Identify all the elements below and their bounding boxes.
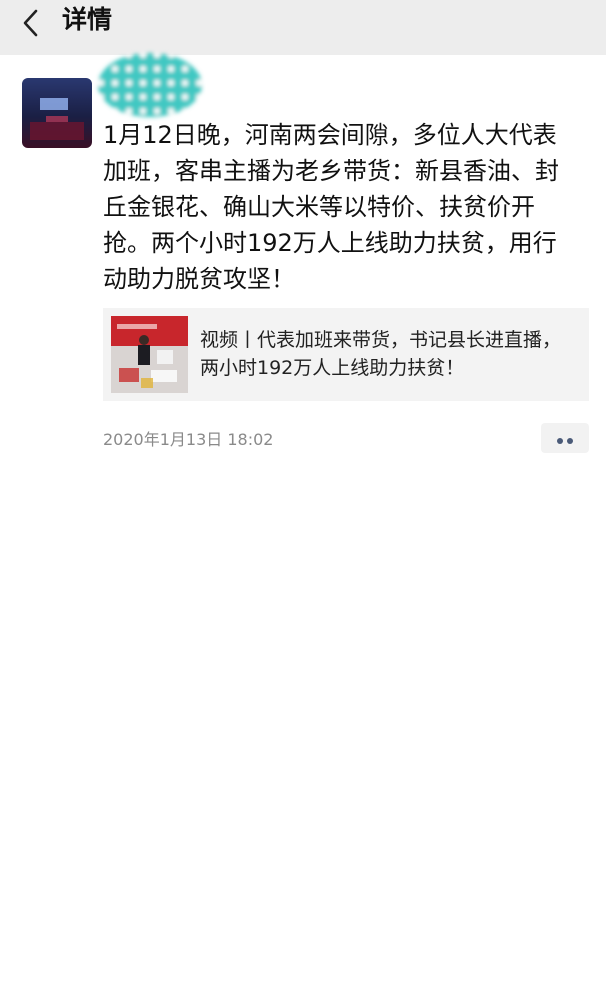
more-button[interactable] — [541, 423, 589, 453]
avatar[interactable] — [22, 78, 92, 148]
video-thumbnail-image — [111, 316, 188, 393]
nickname-mask-icon — [98, 53, 202, 117]
post-content: 1月12日晚，河南两会间隙，多位人大代表加班，客串主播为老乡带货：新县香油、封丘… — [103, 121, 559, 293]
nav-bar: 详情 — [0, 0, 606, 55]
more-dots-icon — [555, 429, 575, 448]
shared-link-card[interactable]: 视频丨代表加班来带货，书记县长进直播，两小时192万人上线助力扶贫！ — [103, 308, 589, 401]
post-timestamp: 2020年1月13日 18:02 — [103, 430, 274, 449]
link-title: 视频丨代表加班来带货，书记县长进直播，两小时192万人上线助力扶贫！ — [200, 329, 562, 379]
page-title: 详情 — [62, 5, 113, 34]
back-button[interactable] — [12, 4, 50, 42]
avatar-image — [22, 78, 92, 148]
author-nickname[interactable] — [94, 48, 206, 122]
chevron-left-icon — [23, 9, 38, 37]
link-thumbnail — [111, 316, 188, 393]
